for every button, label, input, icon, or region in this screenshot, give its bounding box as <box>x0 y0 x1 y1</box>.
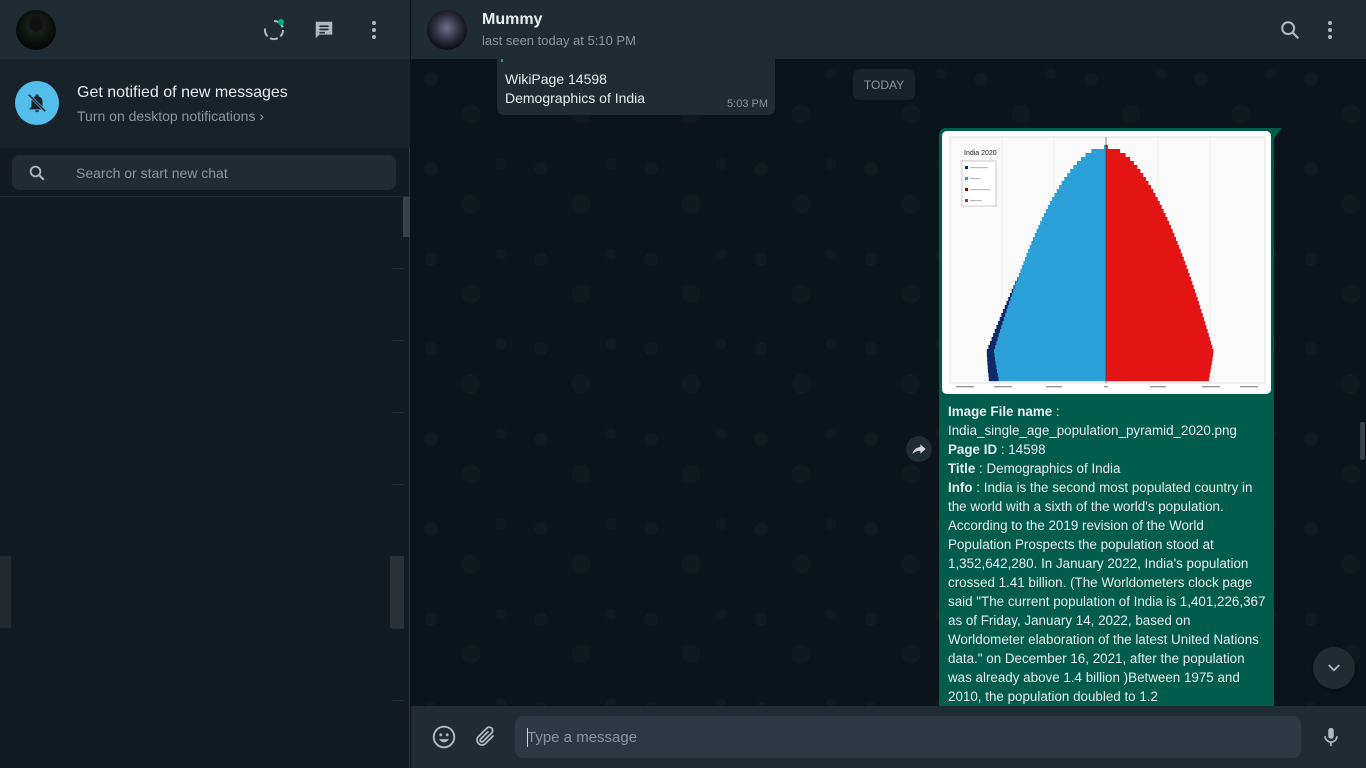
page-id: 14598 <box>1008 442 1046 457</box>
image-chart-title: India 2020 <box>964 150 997 157</box>
chevron-down-icon <box>1328 664 1340 672</box>
my-avatar[interactable] <box>16 10 56 50</box>
divider <box>392 628 404 629</box>
chat-list[interactable] <box>0 197 410 768</box>
list-item-placeholder[interactable] <box>0 556 11 628</box>
page-info: India is the second most populated count… <box>948 480 1266 704</box>
paperclip-icon[interactable] <box>472 724 498 750</box>
menu-icon[interactable] <box>1317 17 1343 43</box>
sidebar-header <box>0 0 410 59</box>
composer <box>411 706 1366 768</box>
scrollbar[interactable] <box>1360 422 1365 460</box>
list-item-placeholder[interactable] <box>390 556 404 628</box>
message-area[interactable]: WikiPage 14598 Demographics of India 5:0… <box>411 59 1366 706</box>
incoming-message[interactable]: WikiPage 14598 Demographics of India 5:0… <box>497 59 775 115</box>
divider <box>392 484 404 485</box>
field-label: Title <box>948 461 976 476</box>
notification-banner[interactable]: Get notified of new messages Turn on des… <box>0 59 410 148</box>
scrollbar[interactable] <box>403 197 410 237</box>
field-label: Info <box>948 480 973 495</box>
message-text: Demographics of India <box>505 90 646 106</box>
field-label: Page ID <box>948 442 998 457</box>
scroll-to-bottom-button[interactable] <box>1313 647 1355 689</box>
contact-last-seen: last seen today at 5:10 PM <box>482 33 636 48</box>
outgoing-message[interactable]: India 2020 Image File name : India_singl… <box>939 128 1274 706</box>
file-name: India_single_age_population_pyramid_2020… <box>948 423 1237 438</box>
search-icon <box>28 164 46 182</box>
menu-icon[interactable] <box>361 17 387 43</box>
conversation-pane: Mummy last seen today at 5:10 PM WikiPag… <box>411 0 1366 768</box>
divider <box>392 340 404 341</box>
divider <box>392 268 404 269</box>
forward-icon[interactable] <box>906 436 932 462</box>
message-body: Image File name : India_single_age_popul… <box>948 404 1266 704</box>
sidebar: Get notified of new messages Turn on des… <box>0 0 410 768</box>
enable-notifications-link[interactable]: Turn on desktop notifications › <box>77 108 264 124</box>
notification-title: Get notified of new messages <box>77 84 288 101</box>
bell-off-icon <box>15 81 59 125</box>
status-icon[interactable] <box>261 17 287 43</box>
bubble-tail <box>1274 128 1282 138</box>
divider <box>392 412 404 413</box>
search-bar[interactable] <box>12 155 396 190</box>
text-caret <box>527 728 528 747</box>
chat-header[interactable]: Mummy last seen today at 5:10 PM <box>411 0 1366 59</box>
message-text: WikiPage 14598 <box>505 71 607 87</box>
message-input[interactable] <box>515 716 1301 758</box>
search-input[interactable] <box>76 155 386 190</box>
field-label: Image File name <box>948 404 1053 419</box>
message-image[interactable]: India 2020 <box>942 131 1271 394</box>
contact-avatar[interactable] <box>427 10 467 50</box>
message-time: 5:03 PM <box>727 98 768 110</box>
page-title: Demographics of India <box>986 461 1121 476</box>
search-icon[interactable] <box>1277 17 1303 43</box>
divider <box>392 700 404 701</box>
microphone-icon[interactable] <box>1318 724 1344 750</box>
accent-mark <box>501 59 503 62</box>
contact-name[interactable]: Mummy <box>482 11 542 29</box>
date-chip: TODAY <box>853 69 915 100</box>
emoji-icon[interactable] <box>431 724 457 750</box>
new-chat-icon[interactable] <box>311 17 337 43</box>
